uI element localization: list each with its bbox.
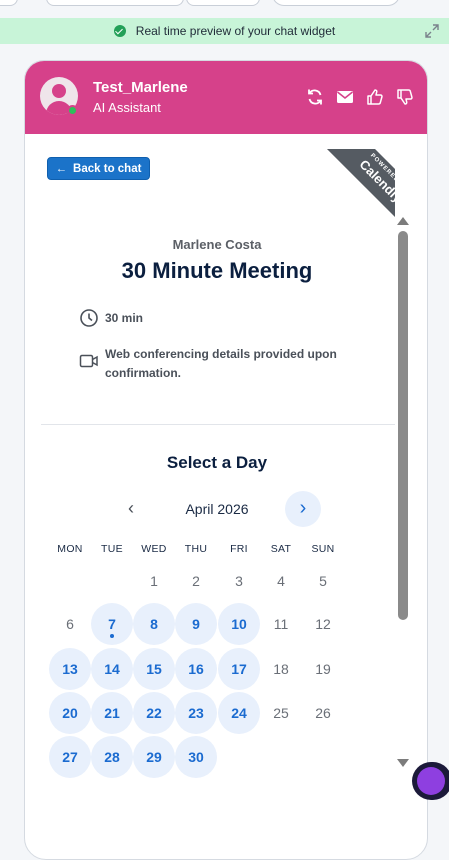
chevron-right-icon[interactable]: › bbox=[285, 491, 321, 527]
calendar-day[interactable]: 23 bbox=[175, 692, 217, 734]
today-indicator-dot bbox=[110, 634, 114, 638]
bot-name: Test_Marlene bbox=[93, 79, 188, 96]
ribbon-brand-text: Calendly bbox=[356, 156, 395, 206]
weekday-thu: THU bbox=[184, 543, 208, 555]
weekday-sun: SUN bbox=[311, 543, 335, 555]
calendar-day: 19 bbox=[315, 661, 331, 677]
weekday-tue: TUE bbox=[101, 543, 123, 555]
back-to-chat-label: Back to chat bbox=[73, 162, 142, 175]
calendar-day[interactable]: 13 bbox=[49, 648, 91, 690]
powered-by-calendly-ribbon[interactable]: POWERED BY Calendly bbox=[305, 149, 395, 239]
calendar-day[interactable]: 10 bbox=[218, 603, 260, 645]
calendar-day[interactable]: 14 bbox=[91, 648, 133, 690]
clock-icon bbox=[80, 309, 98, 327]
calendar-day: 26 bbox=[315, 705, 331, 721]
preview-banner: Real time preview of your chat widget bbox=[0, 18, 449, 44]
refresh-icon[interactable] bbox=[305, 87, 325, 107]
conferencing-details: Web conferencing details provided upon c… bbox=[105, 347, 337, 380]
calendar-day[interactable]: 30 bbox=[175, 736, 217, 778]
month-label: April 2026 bbox=[185, 501, 249, 517]
calendar-day: 1 bbox=[150, 573, 158, 589]
arrow-left-icon: ← bbox=[55, 162, 68, 175]
weekday-sat: SAT bbox=[270, 543, 292, 555]
meeting-title: 30 Minute Meeting bbox=[121, 258, 313, 283]
thumbs-up-icon[interactable] bbox=[365, 87, 385, 107]
calendar-day: 11 bbox=[273, 616, 289, 632]
calendar-day[interactable]: 29 bbox=[133, 736, 175, 778]
calendar-day: 4 bbox=[277, 573, 285, 589]
top-tab[interactable] bbox=[272, 0, 400, 6]
calendar-day: 25 bbox=[273, 705, 289, 721]
top-tab[interactable] bbox=[0, 0, 18, 6]
calendar-day[interactable]: 7 bbox=[91, 603, 133, 645]
calendar-day: 18 bbox=[273, 661, 289, 677]
top-tab-strip bbox=[0, 0, 449, 18]
calendar-day[interactable]: 9 bbox=[175, 603, 217, 645]
chat-widget: Test_Marlene AI Assistant ← Back to chat… bbox=[24, 60, 428, 860]
organizer-name: Marlene Costa bbox=[172, 237, 262, 252]
ai-brain-launcher-button[interactable] bbox=[412, 762, 449, 800]
bot-role: AI Assistant bbox=[93, 100, 161, 115]
select-day-heading: Select a Day bbox=[166, 453, 268, 472]
mail-icon[interactable] bbox=[335, 87, 355, 107]
check-circle-icon bbox=[113, 25, 126, 37]
calendar-day: 2 bbox=[192, 573, 200, 589]
expand-icon[interactable] bbox=[425, 24, 439, 38]
calendar-day[interactable]: 17 bbox=[218, 648, 260, 690]
calendar-day[interactable]: 22 bbox=[133, 692, 175, 734]
top-tab[interactable] bbox=[46, 0, 184, 6]
calendar-day: 3 bbox=[235, 573, 243, 589]
weekday-fri: FRI bbox=[230, 543, 248, 555]
booking-panel: ← Back to chat POWERED BY Calendly Marle… bbox=[25, 134, 427, 859]
scrollbar-thumb[interactable] bbox=[398, 231, 408, 620]
back-to-chat-button[interactable]: ← Back to chat bbox=[47, 157, 150, 180]
scroll-up-arrow[interactable] bbox=[397, 217, 409, 225]
calendar-day[interactable]: 21 bbox=[91, 692, 133, 734]
video-camera-icon bbox=[79, 354, 98, 368]
scroll-down-arrow[interactable] bbox=[397, 759, 409, 767]
brain-icon bbox=[417, 767, 445, 795]
online-status-dot bbox=[67, 105, 78, 116]
calendar-day[interactable]: 24 bbox=[218, 692, 260, 734]
calendar-day[interactable]: 8 bbox=[133, 603, 175, 645]
calendar-day[interactable]: 27 bbox=[49, 736, 91, 778]
calendar-day: 5 bbox=[319, 573, 327, 589]
calendar-day: 12 bbox=[315, 616, 331, 632]
calendar-day[interactable]: 15 bbox=[133, 648, 175, 690]
calendar-day[interactable]: 28 bbox=[91, 736, 133, 778]
weekday-wed: WED bbox=[141, 543, 167, 555]
weekday-mon: MON bbox=[57, 543, 83, 555]
meeting-duration: 30 min bbox=[105, 311, 144, 325]
calendar-day[interactable]: 20 bbox=[49, 692, 91, 734]
calendar-day[interactable]: 16 bbox=[175, 648, 217, 690]
widget-header: Test_Marlene AI Assistant bbox=[25, 61, 427, 134]
preview-banner-text: Real time preview of your chat widget bbox=[135, 24, 336, 38]
top-tab[interactable] bbox=[186, 0, 260, 6]
divider bbox=[41, 424, 395, 425]
calendar-day: 6 bbox=[66, 616, 74, 632]
thumbs-down-icon[interactable] bbox=[395, 87, 415, 107]
